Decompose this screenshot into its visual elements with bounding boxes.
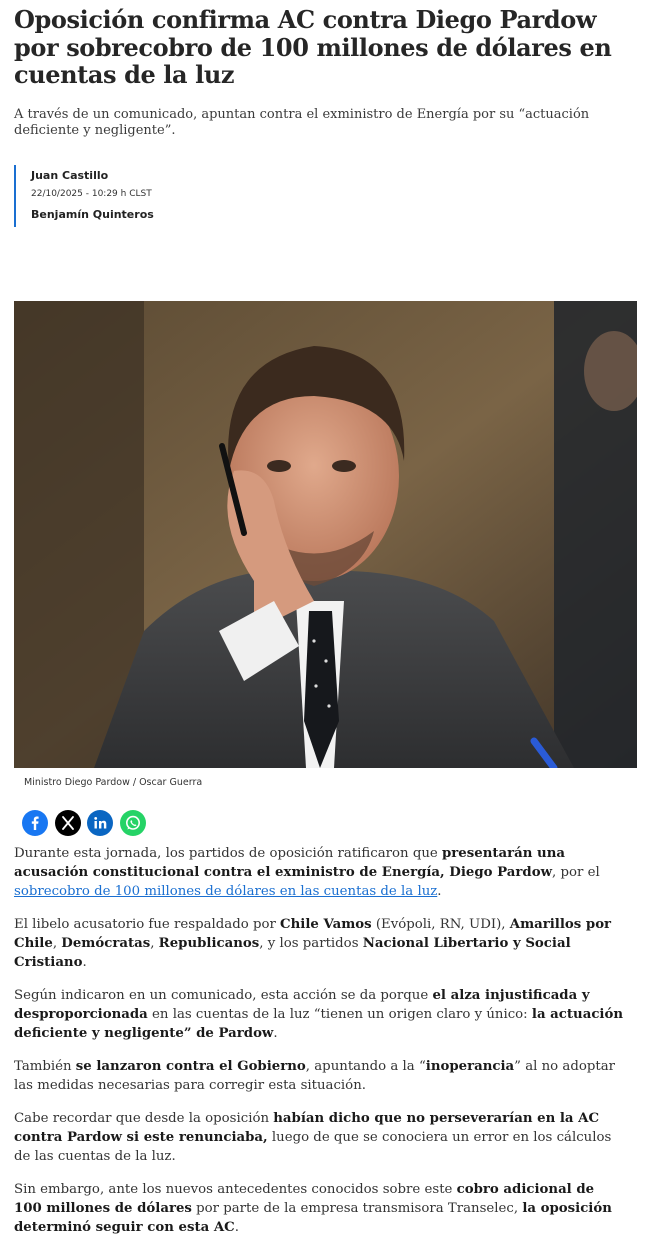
share-bar [22, 810, 146, 836]
paragraph: Según indicaron en un comunicado, esta a… [14, 988, 624, 1041]
paragraph: Sin embargo, ante los nuevos antecedente… [14, 1182, 612, 1235]
image-caption: Ministro Diego Pardow / Oscar Guerra [24, 777, 203, 788]
linkedin-icon[interactable] [87, 810, 113, 836]
author-name[interactable]: Benjamín Quinteros [31, 208, 638, 222]
related-article-link[interactable]: sobrecobro de 100 millones de dólares en… [14, 884, 437, 899]
article-headline: Oposición confirma AC contra Diego Pardo… [14, 5, 612, 89]
article-dek: A través de un comunicado, apuntan contr… [14, 106, 590, 138]
whatsapp-icon[interactable] [119, 810, 146, 836]
publish-date: 22/10/2025 - 10:29 h CLST [31, 188, 152, 199]
paragraph: El libelo acusatorio fue respaldado por … [14, 917, 612, 970]
article-photo [14, 301, 637, 768]
paragraph: También se lanzaron contra el Gobierno, … [14, 1059, 615, 1093]
article-header: Oposición confirma AC contra Diego Pardo… [14, 0, 638, 227]
paragraph: Durante esta jornada, los partidos de op… [14, 846, 600, 899]
paragraph: Cabe recordar que desde la oposición hab… [14, 1111, 612, 1164]
byline: Juan Castillo 22/10/2025 - 10:29 h CLST … [14, 164, 638, 227]
facebook-icon[interactable] [22, 810, 48, 836]
author-name[interactable]: Juan Castillo [31, 169, 638, 183]
article-body: Durante esta jornada, los partidos de op… [14, 844, 626, 1251]
x-icon[interactable] [54, 810, 81, 836]
